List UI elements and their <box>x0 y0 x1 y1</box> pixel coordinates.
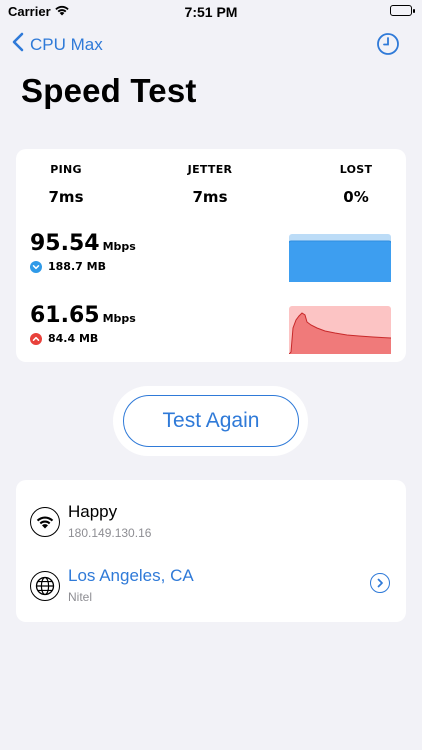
jetter-label: JETTER <box>187 163 233 176</box>
back-button[interactable]: CPU Max <box>12 32 103 57</box>
globe-icon <box>30 571 60 601</box>
network-info-card: Happy 180.149.130.16 Los Angeles, CA Nit… <box>16 480 406 622</box>
download-sparkline <box>288 234 392 282</box>
download-speed-value: 95.54 <box>30 231 100 256</box>
upload-speed-value: 61.65 <box>30 303 100 328</box>
download-speed-unit: Mbps <box>102 240 136 253</box>
wifi-network-name: Happy <box>68 502 118 521</box>
history-button[interactable] <box>376 32 400 61</box>
location-row[interactable]: Los Angeles, CA Nitel <box>30 566 392 614</box>
upload-data-amount: 84.4 MB <box>48 332 99 345</box>
chevron-right-icon[interactable] <box>370 573 390 593</box>
test-again-container: Test Again <box>113 386 308 456</box>
isp-name: Nitel <box>68 590 93 604</box>
wifi-icon <box>30 507 60 537</box>
jetter-value: 7ms <box>192 188 228 206</box>
status-bar: Carrier 7:51 PM <box>0 0 422 24</box>
wifi-network-row: Happy 180.149.130.16 <box>30 502 392 550</box>
upload-sparkline <box>288 306 392 355</box>
upload-arrow-icon <box>30 332 42 345</box>
test-again-button[interactable]: Test Again <box>123 395 299 447</box>
download-arrow-icon <box>30 260 42 273</box>
battery-icon <box>390 5 415 16</box>
ping-value: 7ms <box>48 188 84 206</box>
lost-label: LOST <box>339 163 373 176</box>
lost-value: 0% <box>343 188 369 206</box>
chevron-left-icon <box>12 32 24 57</box>
ping-label: PING <box>50 163 82 176</box>
lost-metric: LOST 0% <box>330 163 382 206</box>
speed-results-card: PING 7ms JETTER 7ms LOST 0% 95.54 Mbps 18… <box>16 149 406 362</box>
ip-address: 180.149.130.16 <box>68 526 152 540</box>
jetter-metric: JETTER 7ms <box>177 163 243 206</box>
location-name[interactable]: Los Angeles, CA <box>68 566 194 586</box>
clock-icon <box>376 33 400 60</box>
upload-speed-unit: Mbps <box>102 312 136 325</box>
page-title: Speed Test <box>21 72 197 109</box>
ping-metric: PING 7ms <box>34 163 98 206</box>
status-time: 7:51 PM <box>184 4 238 20</box>
back-button-label: CPU Max <box>30 34 103 54</box>
download-data-amount: 188.7 MB <box>48 260 106 273</box>
